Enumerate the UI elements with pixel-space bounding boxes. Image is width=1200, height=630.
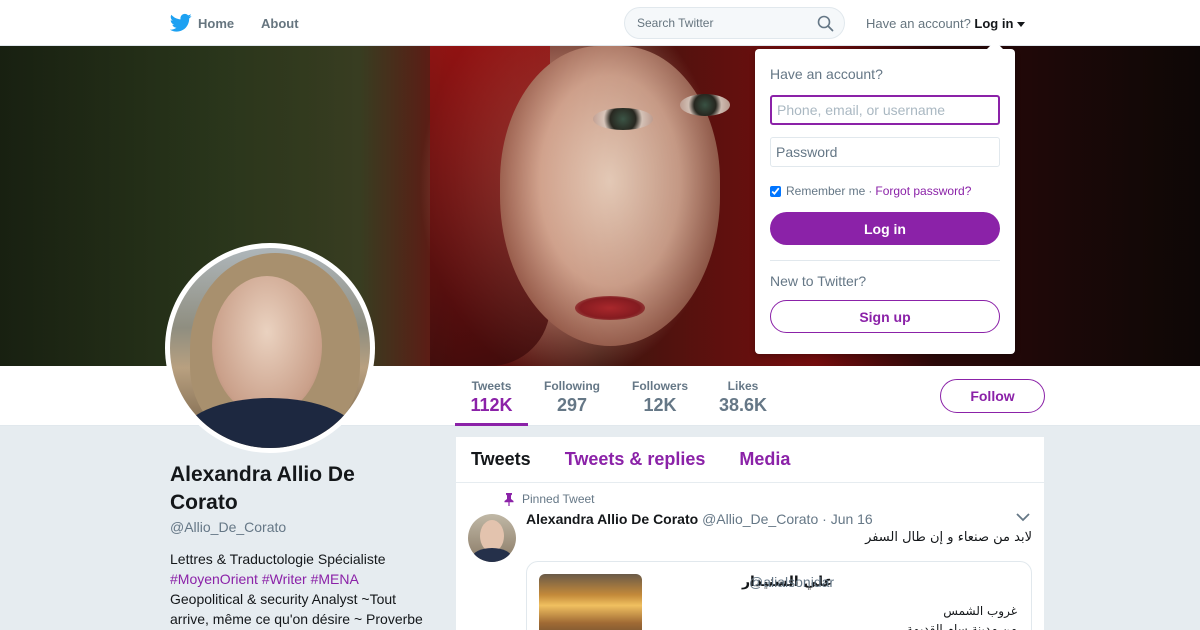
hashtag-link[interactable]: #Writer xyxy=(262,571,307,587)
quoted-tweet-text: غروب الشمس من مدينة سام القديمة xyxy=(717,602,1017,630)
avatar-face-shape xyxy=(212,276,322,416)
tweets-timeline: Tweets Tweets & replies Media Pinned Twe… xyxy=(456,437,1044,630)
hashtag-link[interactable]: #MENA xyxy=(311,571,359,587)
tweet-author-name[interactable]: Alexandra Allio De Corato xyxy=(526,511,698,527)
login-dropdown: Have an account? Remember me · Forgot pa… xyxy=(755,41,1015,354)
nav-about-link[interactable]: About xyxy=(261,16,299,31)
nav-home-link[interactable]: Home xyxy=(170,13,234,33)
quoted-author-handle: @alialsonidar xyxy=(749,574,835,590)
stat-likes-value: 38.6K xyxy=(718,395,768,415)
search-input[interactable] xyxy=(625,8,805,38)
stat-likes[interactable]: Likes 38.6K xyxy=(713,366,773,426)
signup-button[interactable]: Sign up xyxy=(770,300,1000,333)
quoted-tweet-image[interactable] xyxy=(539,574,642,630)
stat-likes-label: Likes xyxy=(727,379,759,393)
stat-tweets-label: Tweets xyxy=(471,379,512,393)
profile-name[interactable]: Alexandra Allio De Corato xyxy=(170,461,420,517)
tweet-date-separator: · xyxy=(822,511,827,527)
stat-following[interactable]: Following 297 xyxy=(538,366,606,426)
username-field[interactable] xyxy=(770,95,1000,125)
top-navigation-bar: Home About Have an account? Log in xyxy=(0,0,1200,46)
password-field[interactable] xyxy=(770,137,1000,167)
tab-tweets-replies[interactable]: Tweets & replies xyxy=(565,449,706,470)
pinned-tweet-indicator: Pinned Tweet xyxy=(504,492,595,506)
bio-hashtags: #MoyenOrient #Writer #MENA xyxy=(170,569,432,589)
profile-handle[interactable]: @Allio_De_Corato xyxy=(170,519,286,535)
timeline-tabs: Tweets Tweets & replies Media xyxy=(456,437,1044,483)
stat-tweets-value: 112K xyxy=(470,395,513,415)
pinned-tweet-label: Pinned Tweet xyxy=(522,492,595,506)
stat-following-label: Following xyxy=(544,379,600,393)
caret-down-icon[interactable] xyxy=(1017,22,1026,28)
stat-tweets[interactable]: Tweets 112K xyxy=(455,366,528,426)
have-account-menu[interactable]: Have an account? Log in xyxy=(866,16,1026,31)
remember-me-label[interactable]: Remember me xyxy=(786,184,865,198)
tweet-text: لابد من صنعاء و إن طال السفر xyxy=(865,530,1032,545)
avatar-photo xyxy=(170,248,370,448)
hashtag-link[interactable]: #MoyenOrient xyxy=(170,571,258,587)
pin-icon xyxy=(504,492,514,506)
search-icon[interactable] xyxy=(817,15,834,32)
login-button[interactable]: Log in xyxy=(770,212,1000,245)
tweet-header: Alexandra Allio De Corato @Allio_De_Cora… xyxy=(526,511,873,527)
login-menu-label[interactable]: Log in xyxy=(974,16,1013,31)
tweet-author-avatar[interactable] xyxy=(468,514,516,562)
tweet-author-handle[interactable]: @Allio_De_Corato xyxy=(702,511,818,527)
stat-followers-value: 12K xyxy=(643,395,677,415)
tab-tweets[interactable]: Tweets xyxy=(471,449,531,470)
remember-me-checkbox[interactable] xyxy=(770,185,781,197)
tweet-date[interactable]: Jun 16 xyxy=(831,511,873,527)
profile-bio: Lettres & Traductologie Spécialiste #Moy… xyxy=(170,549,432,629)
stat-followers[interactable]: Followers 12K xyxy=(626,366,694,426)
quoted-tweet[interactable]: علي السنيدار @alialsonidar غروب الشمس من… xyxy=(526,561,1032,630)
remember-me-row: Remember me · Forgot password? xyxy=(770,184,971,198)
quoted-text-line-1: غروب الشمس xyxy=(943,604,1017,618)
have-account-prefix: Have an account? xyxy=(866,16,971,31)
search-box[interactable] xyxy=(624,7,845,39)
tab-media[interactable]: Media xyxy=(739,449,790,470)
quoted-text-line-2: من مدينة سام القديمة xyxy=(906,622,1017,630)
profile-avatar[interactable] xyxy=(165,243,375,453)
bio-line-3: Geopolitical & security Analyst ~Tout ar… xyxy=(170,591,423,627)
stat-followers-label: Followers xyxy=(631,379,688,393)
chevron-down-icon[interactable] xyxy=(1016,513,1030,522)
dropdown-divider xyxy=(770,260,1000,261)
forgot-password-link[interactable]: Forgot password? xyxy=(875,184,971,198)
new-to-twitter-label: New to Twitter? xyxy=(770,273,867,289)
bio-line-1: Lettres & Traductologie Spécialiste xyxy=(170,551,386,567)
remember-separator: · xyxy=(868,184,873,198)
tweet-avatar-body xyxy=(472,548,512,562)
nav-home-label: Home xyxy=(198,15,235,31)
login-dropdown-title: Have an account? xyxy=(770,66,883,82)
twitter-bird-icon xyxy=(170,13,192,32)
follow-button[interactable]: Follow xyxy=(940,379,1045,413)
stat-following-value: 297 xyxy=(556,395,588,415)
